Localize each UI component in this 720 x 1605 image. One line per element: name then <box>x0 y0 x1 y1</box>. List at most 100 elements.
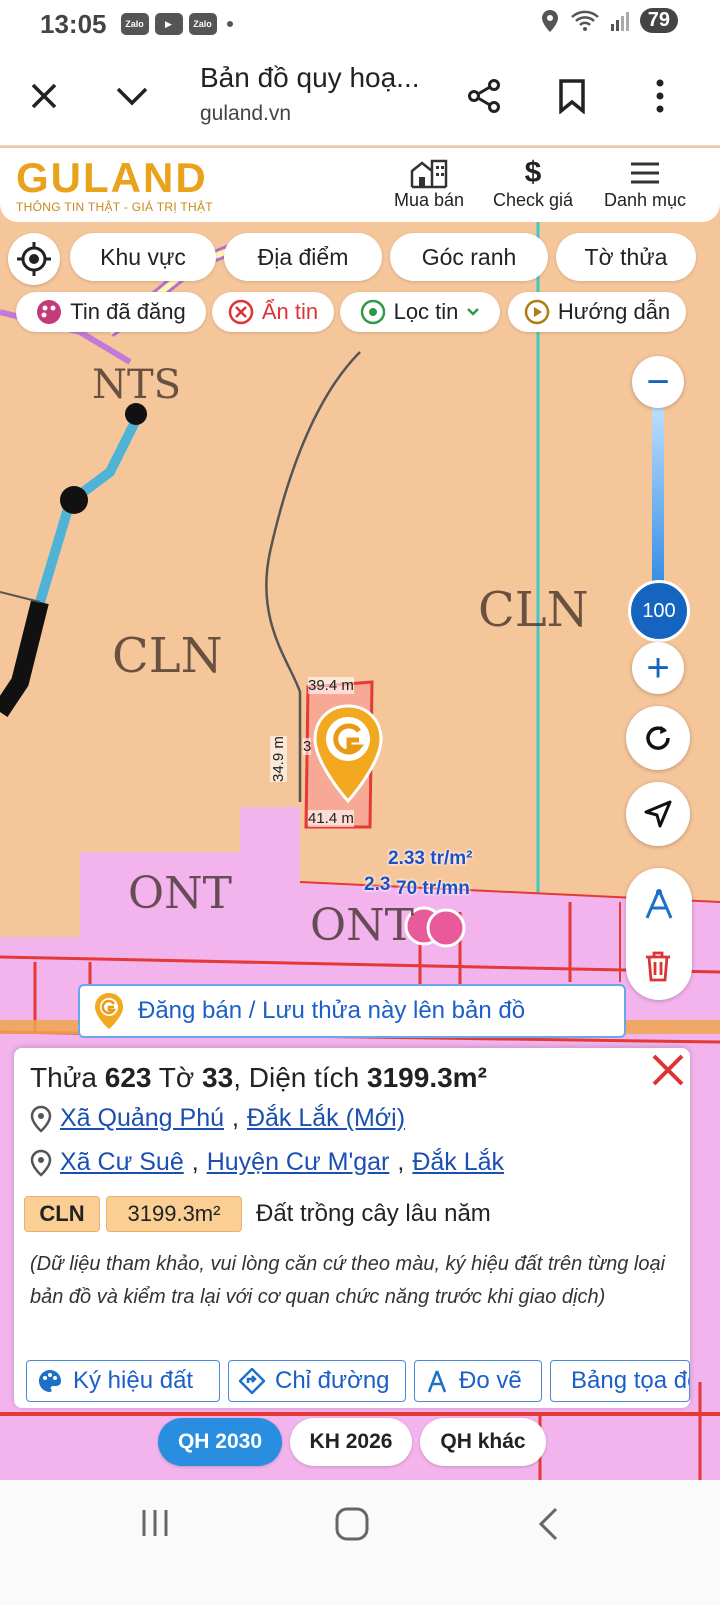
refresh-button[interactable] <box>626 706 690 770</box>
price-label[interactable]: 2.33 tr/m² <box>388 848 472 870</box>
chevron-down-icon <box>116 87 148 106</box>
address-new: Xã Quảng Phú, Đắk Lắk (Mới) <box>30 1104 405 1133</box>
delete-tool-button[interactable] <box>643 950 673 987</box>
parcel-dimension-top: 39.4 m <box>308 677 354 694</box>
nav-danh-muc[interactable]: Danh mục <box>596 156 694 211</box>
parcel-dimension-right: 3 <box>303 738 312 755</box>
site-header: GULAND THÔNG TIN THẬT - GIÁ TRỊ THẬT Mua… <box>0 148 720 222</box>
land-description: Đất trồng cây lâu năm <box>256 1200 491 1227</box>
post-parcel-banner[interactable]: Đăng bán / Lưu thửa này lên bản đồ <box>78 984 626 1038</box>
share-icon <box>468 79 500 113</box>
zalo-video-icon: ▶ <box>154 13 183 35</box>
hide-listings-chip[interactable]: Ẩn tin <box>212 292 334 332</box>
address-old: Xã Cư Suê, Huyện Cư M'gar, Đắk Lắk <box>30 1148 504 1177</box>
filter-listings-chip[interactable]: Lọc tin <box>340 292 500 332</box>
land-use-row: CLN 3199.3m² Đất trồng cây lâu năm <box>24 1196 491 1232</box>
land-legend-button[interactable]: Ký hiệu đất <box>26 1360 220 1402</box>
recent-apps-button[interactable] <box>138 1506 172 1545</box>
posted-listings-chip[interactable]: Tin đã đăng <box>16 292 206 332</box>
bookmark-button[interactable] <box>548 72 596 120</box>
notification-dot <box>226 21 233 27</box>
close-tab-button[interactable] <box>20 72 68 120</box>
location-icon <box>30 1105 52 1133</box>
back-button[interactable] <box>536 1506 560 1547</box>
commune-link[interactable]: Xã Quảng Phú <box>60 1104 224 1133</box>
land-label-cln: CLN <box>112 628 223 684</box>
page-title: Bản đồ quy hoạ... <box>200 62 420 93</box>
parcel-dimension-left: 34.9 m <box>270 736 287 782</box>
measure-tool-button[interactable] <box>641 886 677 927</box>
logo-tagline: THÔNG TIN THẬT - GIÁ TRỊ THẬT <box>16 200 213 214</box>
system-navigation-bar <box>0 1480 720 1605</box>
dollar-icon: $ <box>524 156 542 189</box>
zalo-icon: Zalo <box>188 13 217 35</box>
province-link[interactable]: Đắk Lắk <box>412 1148 504 1177</box>
tab-kh-2026[interactable]: KH 2026 <box>290 1418 412 1466</box>
guide-chip[interactable]: Hướng dẫn <box>508 292 686 332</box>
refresh-icon <box>646 726 670 750</box>
more-menu-button[interactable] <box>636 72 684 120</box>
crosshair-icon <box>17 242 51 276</box>
filter-to-thua[interactable]: Tờ thửa <box>556 233 696 281</box>
page-url: guland.vn <box>200 102 292 125</box>
parcel-dimension-bottom: 41.4 m <box>308 810 354 827</box>
coordinate-table-button[interactable]: Bảng tọa độ <box>550 1360 690 1402</box>
location-pin-icon <box>360 299 385 325</box>
guland-logo[interactable]: GULAND THÔNG TIN THẬT - GIÁ TRỊ THẬT <box>16 154 213 214</box>
status-app-icons: Zalo ▶ Zalo <box>120 13 217 35</box>
draw-tools-panel <box>626 868 692 1000</box>
price-label[interactable]: 2.3 <box>364 874 390 896</box>
tab-qh-khac[interactable]: QH khác <box>420 1418 546 1466</box>
close-icon <box>31 83 57 109</box>
province-link[interactable]: Đắk Lắk (Mới) <box>247 1104 405 1133</box>
price-label[interactable]: 70 tr/mn <box>396 878 470 900</box>
parcel-title: Thửa 623 Tờ 33, Diện tích 3199.3m² <box>30 1062 487 1093</box>
home-icon <box>335 1507 369 1541</box>
zoom-level-handle[interactable]: 100 <box>628 580 690 642</box>
filter-dia-diem[interactable]: Địa điểm <box>224 233 382 281</box>
filter-goc-ranh[interactable]: Góc ranh <box>390 233 548 281</box>
land-label-ont: ONT <box>310 900 414 951</box>
commune-link[interactable]: Xã Cư Suê <box>60 1148 184 1177</box>
land-code-badge: CLN <box>24 1196 100 1232</box>
wifi-icon <box>570 10 599 31</box>
disclaimer-note: (Dữ liệu tham khảo, vui lòng căn cứ theo… <box>30 1253 666 1308</box>
navigation-arrow-icon <box>644 800 672 828</box>
palette-icon <box>39 1370 61 1392</box>
navigate-button[interactable] <box>626 782 690 846</box>
measure-button[interactable]: Đo vẽ <box>414 1360 542 1402</box>
nav-check-gia[interactable]: $ Check giá <box>486 156 580 211</box>
close-icon <box>652 1054 684 1086</box>
directions-button[interactable]: Chỉ đường <box>228 1360 406 1402</box>
palette-icon <box>37 300 62 324</box>
land-label-ont: ONT <box>128 868 232 919</box>
trash-icon <box>646 951 670 982</box>
collapse-button[interactable] <box>108 72 156 120</box>
zoom-out-button[interactable]: − <box>632 356 684 408</box>
directions-icon <box>239 1368 265 1394</box>
locate-me-button[interactable] <box>8 233 60 285</box>
compass-draw-icon <box>427 1370 447 1393</box>
battery-indicator: 79 <box>639 8 678 33</box>
play-circle-icon <box>524 299 550 325</box>
browser-toolbar: Bản đồ quy hoạ... guland.vn <box>0 48 720 146</box>
land-label-nts: NTS <box>92 362 182 408</box>
status-right: 79 <box>540 8 678 33</box>
share-button[interactable] <box>460 72 508 120</box>
recent-apps-icon <box>142 1510 168 1536</box>
zoom-in-button[interactable]: + <box>632 642 684 694</box>
tab-qh-2030[interactable]: QH 2030 <box>158 1418 282 1466</box>
nav-mua-ban[interactable]: Mua bán <box>388 156 470 211</box>
district-link[interactable]: Huyện Cư M'gar <box>207 1148 390 1177</box>
parcel-marker-pin[interactable] <box>312 704 384 804</box>
close-card-button[interactable] <box>650 1052 690 1092</box>
land-area-badge: 3199.3m² <box>106 1196 242 1232</box>
close-circle-icon <box>228 299 254 325</box>
land-label-cln: CLN <box>478 582 589 638</box>
filter-khu-vuc[interactable]: Khu vực <box>70 233 216 281</box>
guland-pin-icon <box>95 993 123 1029</box>
status-bar: 13:05 Zalo ▶ Zalo 79 <box>0 0 720 48</box>
menu-icon <box>631 162 659 184</box>
zalo-icon: Zalo <box>120 13 149 35</box>
home-button[interactable] <box>334 1506 370 1547</box>
